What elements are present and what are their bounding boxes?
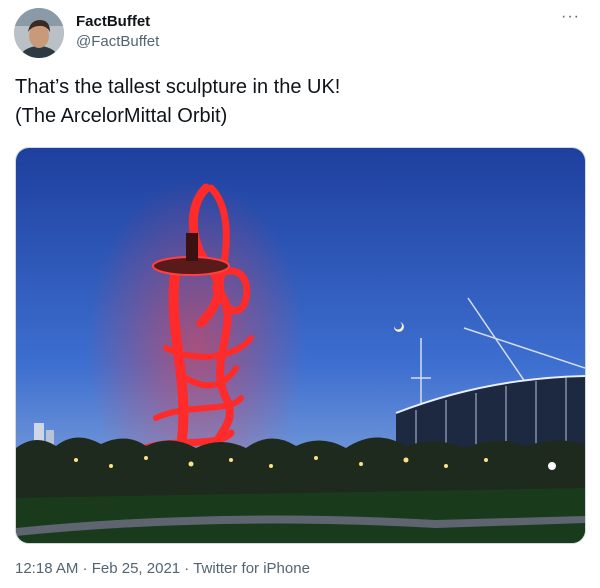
avatar-image [14, 8, 64, 58]
tweet-card: FactBuffet @FactBuffet ··· That’s the ta… [0, 0, 600, 588]
tweet-source[interactable]: Twitter for iPhone [193, 560, 310, 577]
photo-image [16, 148, 585, 543]
meta-separator: · [180, 560, 194, 577]
tweet-text-line: That’s the tallest sculpture in the UK! [15, 76, 341, 98]
meta-separator: · [78, 560, 92, 577]
tweet-time[interactable]: 12:18 AM [15, 560, 78, 577]
display-name[interactable]: FactBuffet [76, 13, 150, 30]
tweet-photo[interactable] [15, 147, 586, 544]
user-handle[interactable]: @FactBuffet [76, 33, 159, 50]
tweet-text-line: (The ArcelorMittal Orbit) [15, 105, 228, 127]
tweet-meta: 12:18 AM · Feb 25, 2021 · Twitter for iP… [15, 560, 310, 577]
tweet-text: That’s the tallest sculpture in the UK! … [15, 73, 575, 131]
more-options-icon[interactable]: ··· [561, 8, 580, 26]
tweet-date[interactable]: Feb 25, 2021 [92, 560, 180, 577]
avatar[interactable] [14, 8, 64, 58]
